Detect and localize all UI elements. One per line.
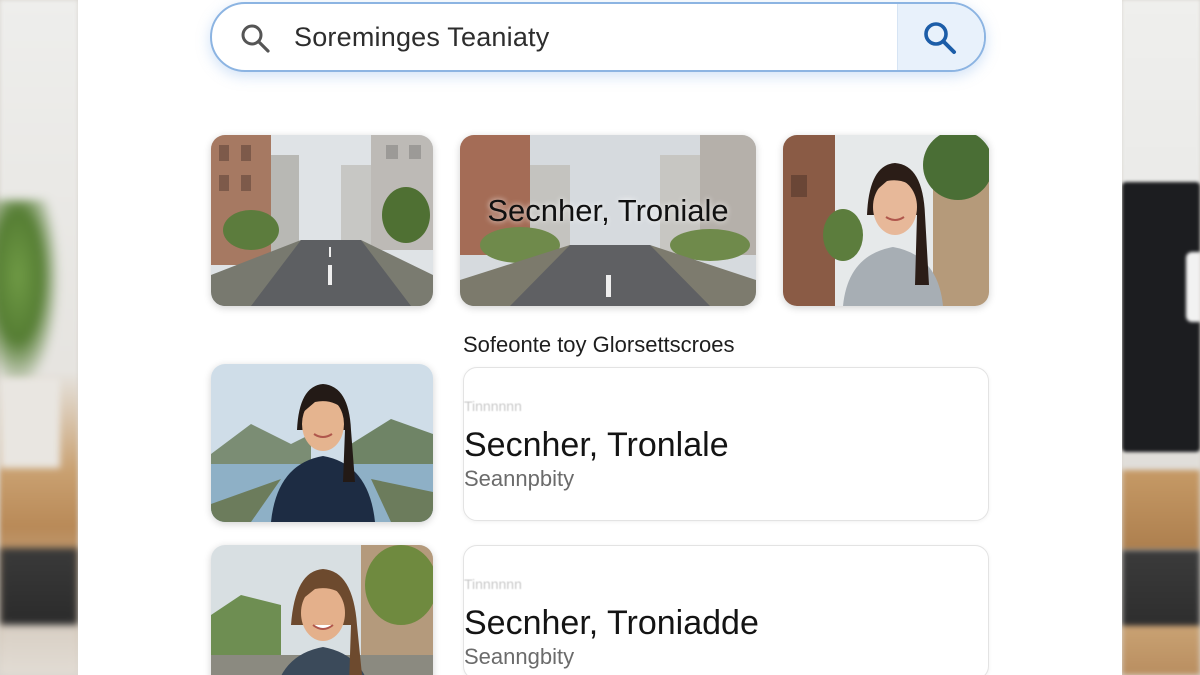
result-name[interactable]: Secnher, Tronlale — [464, 426, 729, 465]
result-card[interactable]: Tinnnnnn Secnher, Troniadde Seanngbity — [463, 545, 989, 675]
result-label: Tinnnnnn — [464, 398, 522, 414]
plant-pot-decoration — [0, 378, 60, 468]
result-thumbnail[interactable] — [211, 545, 433, 675]
floor-decoration — [1122, 550, 1200, 675]
portrait-photo — [211, 545, 433, 675]
result-thumbnail[interactable] — [211, 364, 433, 522]
search-bar[interactable]: Soremingеs Teaniaty — [210, 2, 986, 72]
desk-decoration — [1122, 470, 1200, 550]
search-icon — [240, 23, 270, 53]
result-subtitle: Seannpbity — [464, 466, 575, 491]
shelf-decoration — [0, 548, 78, 675]
plant-decoration — [0, 200, 60, 390]
search-submit-button[interactable] — [897, 4, 984, 70]
portrait-photo — [783, 135, 989, 306]
gallery-card-street[interactable] — [211, 135, 433, 306]
background-left — [0, 0, 78, 675]
monitor-decoration — [1122, 182, 1200, 452]
gallery-card-portrait[interactable] — [783, 135, 989, 306]
result-subtitle: Seanngbity — [464, 644, 575, 669]
result-name[interactable]: Secnher, Troniadde — [464, 604, 759, 643]
gallery-card-featured[interactable]: Secnher, Troniale — [460, 135, 756, 306]
search-input[interactable]: Soremingеs Teaniaty — [294, 22, 549, 53]
background-right — [1122, 0, 1200, 675]
card-title: Secnher, Troniale — [487, 193, 729, 228]
gallery-caption: Sofeonte toy Glorsettscroes — [463, 332, 735, 357]
portrait-photo — [211, 364, 433, 522]
result-card[interactable]: Tinnnnnn Secnher, Tronlale Seannpbity — [463, 367, 989, 521]
result-label: Tinnnnnn — [464, 576, 522, 592]
street-photo — [211, 135, 433, 306]
